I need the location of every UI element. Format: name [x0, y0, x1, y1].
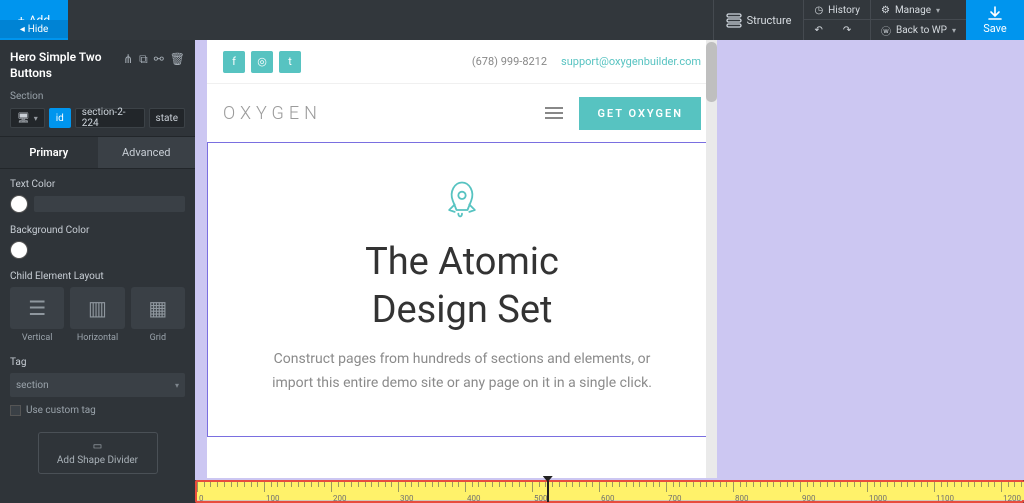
hide-button[interactable]: ◂ Hide	[0, 20, 68, 38]
canvas: f ◎ t (678) 999-8212 support@oxygenbuild…	[195, 40, 1024, 480]
tag-select[interactable]: section ▾	[10, 373, 185, 397]
copy-icon[interactable]: ⧉	[139, 52, 148, 67]
manage-button[interactable]: ⚙ Manage ▾	[871, 0, 950, 20]
ruler-tick: 700	[668, 494, 682, 503]
chevron-down-icon: ▾	[175, 381, 179, 390]
redo-icon: ↷	[843, 25, 851, 36]
site-topstrip: f ◎ t (678) 999-8212 support@oxygenbuild…	[207, 40, 717, 84]
ruler-tick: 900	[802, 494, 816, 503]
shape-icon: ▭	[93, 441, 102, 452]
layout-horizontal-button[interactable]: ▥	[70, 287, 124, 329]
state-select[interactable]: state	[149, 108, 185, 128]
canvas-scrollbar[interactable]	[706, 40, 717, 478]
undo-icon: ↶	[814, 25, 822, 36]
hero-title-l1: The Atomic	[365, 240, 559, 284]
ruler-tick: 1000	[869, 494, 887, 503]
manage-label: Manage	[895, 5, 931, 16]
chevron-down-icon: ▾	[34, 114, 38, 123]
facebook-icon[interactable]: f	[223, 51, 245, 73]
tag-value: section	[16, 380, 49, 391]
layout-vertical-button[interactable]: ☰	[10, 287, 64, 329]
link-icon[interactable]: ⚯	[154, 52, 164, 67]
ruler-tick: 1200	[1003, 494, 1021, 503]
columns-icon: ▥	[88, 296, 107, 320]
undo-button[interactable]: ↶	[804, 20, 832, 40]
bg-color-label: Background Color	[10, 225, 185, 236]
history-button[interactable]: ◷ History	[804, 0, 870, 20]
tab-advanced[interactable]: Advanced	[98, 137, 196, 168]
tab-primary[interactable]: Primary	[0, 137, 98, 168]
layout-horizontal-label: Horizontal	[70, 333, 124, 343]
ruler-handle[interactable]	[547, 481, 549, 502]
selector-id-value[interactable]: section-2-224	[75, 108, 145, 128]
grid-icon: ▦	[148, 296, 167, 320]
hero-section[interactable]: The Atomic Design Set Construct pages fr…	[207, 142, 717, 437]
topbar: + Add ◂ Hide Structure ◷ History ↶ ↷	[0, 0, 1024, 40]
text-color-input[interactable]	[34, 196, 185, 212]
tag-label: Tag	[10, 357, 185, 368]
ruler[interactable]: 0 100 200 300 400 500 600 700 800 900 1000 1100 1200	[195, 480, 1024, 503]
structure-button[interactable]: Structure	[714, 0, 804, 40]
parent-icon[interactable]: ⋔	[123, 52, 133, 67]
bg-color-swatch[interactable]	[10, 241, 28, 259]
ruler-tick: 500	[534, 494, 548, 503]
custom-tag-checkbox[interactable]: Use custom tag	[10, 405, 185, 416]
selection-title: Hero Simple Two Buttons	[10, 50, 120, 81]
phone-text: (678) 999-8212	[472, 55, 547, 68]
breakpoint-select[interactable]: 🖥▾	[10, 108, 45, 128]
gear-icon: ⚙	[881, 5, 890, 16]
redo-button[interactable]: ↷	[833, 20, 861, 40]
structure-icon	[726, 12, 742, 28]
chevron-left-icon: ◂	[20, 24, 25, 35]
rocket-icon	[440, 177, 484, 221]
ruler-tick: 400	[467, 494, 481, 503]
chevron-down-icon: ▾	[952, 26, 956, 35]
text-color-swatch[interactable]	[10, 195, 28, 213]
rows-icon: ☰	[28, 296, 46, 320]
canvas-viewport[interactable]: f ◎ t (678) 999-8212 support@oxygenbuild…	[207, 40, 717, 478]
back-to-wp-button[interactable]: ⓦ Back to WP ▾	[871, 20, 966, 40]
hero-body: Construct pages from hundreds of section…	[252, 348, 672, 396]
trash-icon[interactable]: 🗑	[170, 52, 185, 67]
ruler-tick: 0	[199, 494, 204, 503]
email-link[interactable]: support@oxygenbuilder.com	[561, 55, 701, 68]
add-shape-divider-button[interactable]: ▭ Add Shape Divider	[38, 432, 158, 474]
logo[interactable]: OXYGEN	[223, 103, 322, 124]
structure-label: Structure	[747, 14, 792, 27]
desktop-icon: 🖥	[17, 113, 30, 124]
site-nav: OXYGEN GET OXYGEN	[207, 84, 717, 142]
ruler-tick: 100	[266, 494, 280, 503]
ruler-tick: 1100	[936, 494, 954, 503]
ruler-tick: 200	[333, 494, 347, 503]
checkbox-icon	[10, 405, 21, 416]
hero-title-l2: Design Set	[372, 288, 553, 332]
shape-label: Add Shape Divider	[57, 455, 138, 466]
ruler-tick: 800	[735, 494, 749, 503]
ruler-tick: 600	[601, 494, 615, 503]
save-button[interactable]: Save	[966, 0, 1024, 40]
text-color-label: Text Color	[10, 179, 185, 190]
layout-grid-label: Grid	[131, 333, 185, 343]
hamburger-icon[interactable]	[545, 107, 563, 119]
child-layout-label: Child Element Layout	[10, 271, 185, 282]
instagram-icon[interactable]: ◎	[251, 51, 273, 73]
selector-id-chip[interactable]: id	[49, 108, 71, 128]
history-label: History	[828, 5, 860, 16]
custom-tag-label: Use custom tag	[26, 405, 96, 416]
download-icon	[987, 6, 1003, 20]
clock-icon: ◷	[814, 5, 823, 16]
selection-type: Section	[0, 91, 195, 108]
sidebar: Hero Simple Two Buttons ⋔ ⧉ ⚯ 🗑 Section …	[0, 40, 195, 503]
hero-title: The Atomic Design Set	[248, 239, 676, 334]
cta-button[interactable]: GET OXYGEN	[579, 97, 701, 130]
chevron-down-icon: ▾	[936, 6, 940, 15]
twitter-icon[interactable]: t	[279, 51, 301, 73]
layout-grid-button[interactable]: ▦	[131, 287, 185, 329]
hide-label: Hide	[28, 24, 49, 35]
save-label: Save	[983, 22, 1007, 35]
layout-vertical-label: Vertical	[10, 333, 64, 343]
ruler-tick: 300	[400, 494, 414, 503]
back-to-wp-label: Back to WP	[896, 25, 947, 36]
wordpress-icon: ⓦ	[881, 23, 891, 38]
